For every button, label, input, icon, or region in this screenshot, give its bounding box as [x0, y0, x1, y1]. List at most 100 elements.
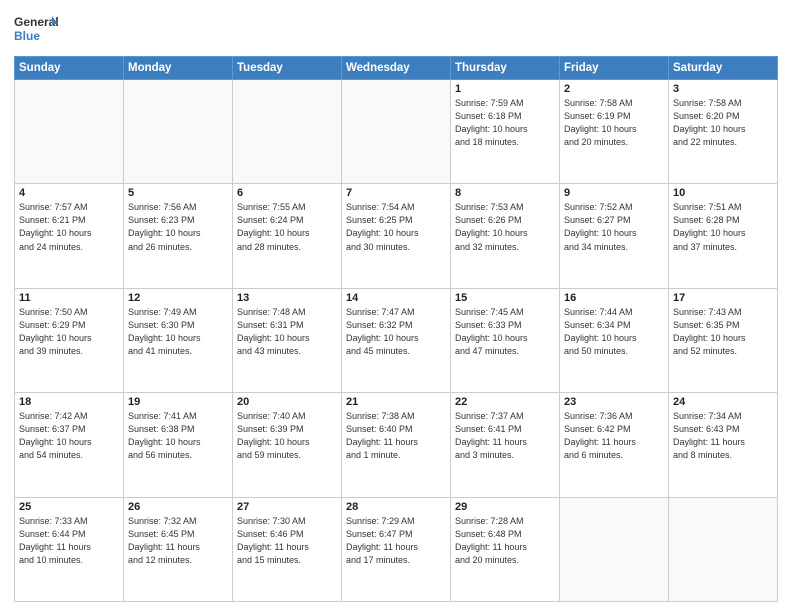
day-info: Sunrise: 7:37 AM Sunset: 6:41 PM Dayligh…	[455, 410, 555, 462]
day-cell: 29 Sunrise: 7:28 AM Sunset: 6:48 PM Dayli…	[451, 497, 560, 601]
day-cell: 19Sunrise: 7:41 AM Sunset: 6:38 PM Dayli…	[124, 393, 233, 497]
day-number: 1	[455, 83, 555, 95]
day-cell: 15 Sunrise: 7:45 AM Sunset: 6:33 PM Dayli…	[451, 288, 560, 392]
day-cell: 10 Sunrise: 7:51 AM Sunset: 6:28 PM Dayli…	[669, 184, 778, 288]
day-number: 16	[564, 292, 664, 304]
day-cell	[342, 80, 451, 184]
day-number: 25	[19, 501, 119, 513]
day-cell: 8 Sunrise: 7:53 AM Sunset: 6:26 PM Daylig…	[451, 184, 560, 288]
week-row-5: 25 Sunrise: 7:33 AM Sunset: 6:44 PM Dayli…	[15, 497, 778, 601]
day-cell	[669, 497, 778, 601]
day-info: Sunrise: 7:43 AM Sunset: 6:35 PM Dayligh…	[673, 306, 773, 358]
day-info: Sunrise: 7:40 AM Sunset: 6:39 PM Dayligh…	[237, 410, 337, 462]
day-cell: 6 Sunrise: 7:55 AM Sunset: 6:24 PM Daylig…	[233, 184, 342, 288]
day-cell: 26Sunrise: 7:32 AM Sunset: 6:45 PM Dayli…	[124, 497, 233, 601]
day-cell: 5Sunrise: 7:56 AM Sunset: 6:23 PM Daylig…	[124, 184, 233, 288]
weekday-sunday: Sunday	[15, 57, 124, 80]
day-cell: 25 Sunrise: 7:33 AM Sunset: 6:44 PM Dayli…	[15, 497, 124, 601]
day-number: 15	[455, 292, 555, 304]
day-number: 18	[19, 396, 119, 408]
weekday-wednesday: Wednesday	[342, 57, 451, 80]
day-info: Sunrise: 7:47 AM Sunset: 6:32 PM Dayligh…	[346, 306, 446, 358]
day-number: 3	[673, 83, 773, 95]
day-cell: 7 Sunrise: 7:54 AM Sunset: 6:25 PM Daylig…	[342, 184, 451, 288]
day-number: 7	[346, 187, 446, 199]
day-number: 23	[564, 396, 664, 408]
day-cell: 2 Sunrise: 7:58 AM Sunset: 6:19 PM Daylig…	[560, 80, 669, 184]
day-cell	[560, 497, 669, 601]
svg-text:Blue: Blue	[14, 29, 40, 43]
day-info: Sunrise: 7:48 AM Sunset: 6:31 PM Dayligh…	[237, 306, 337, 358]
day-cell: 21 Sunrise: 7:38 AM Sunset: 6:40 PM Dayli…	[342, 393, 451, 497]
day-number: 17	[673, 292, 773, 304]
day-cell: 3Sunrise: 7:58 AM Sunset: 6:20 PM Daylig…	[669, 80, 778, 184]
header: General Blue	[14, 12, 778, 48]
week-row-3: 11 Sunrise: 7:50 AM Sunset: 6:29 PM Dayli…	[15, 288, 778, 392]
weekday-saturday: Saturday	[669, 57, 778, 80]
day-info: Sunrise: 7:29 AM Sunset: 6:47 PM Dayligh…	[346, 515, 446, 567]
day-number: 12	[128, 292, 228, 304]
day-info: Sunrise: 7:44 AM Sunset: 6:34 PM Dayligh…	[564, 306, 664, 358]
day-number: 13	[237, 292, 337, 304]
day-cell	[233, 80, 342, 184]
day-info: Sunrise: 7:49 AM Sunset: 6:30 PM Dayligh…	[128, 306, 228, 358]
day-cell: 16 Sunrise: 7:44 AM Sunset: 6:34 PM Dayli…	[560, 288, 669, 392]
day-number: 14	[346, 292, 446, 304]
day-info: Sunrise: 7:33 AM Sunset: 6:44 PM Dayligh…	[19, 515, 119, 567]
day-cell: 22 Sunrise: 7:37 AM Sunset: 6:41 PM Dayli…	[451, 393, 560, 497]
page: General Blue SundayMondayTuesdayWednesda…	[0, 0, 792, 612]
day-number: 8	[455, 187, 555, 199]
weekday-friday: Friday	[560, 57, 669, 80]
day-info: Sunrise: 7:41 AM Sunset: 6:38 PM Dayligh…	[128, 410, 228, 462]
day-cell: 18 Sunrise: 7:42 AM Sunset: 6:37 PM Dayli…	[15, 393, 124, 497]
day-number: 22	[455, 396, 555, 408]
day-info: Sunrise: 7:54 AM Sunset: 6:25 PM Dayligh…	[346, 201, 446, 253]
week-row-1: 1 Sunrise: 7:59 AM Sunset: 6:18 PM Daylig…	[15, 80, 778, 184]
day-info: Sunrise: 7:32 AM Sunset: 6:45 PM Dayligh…	[128, 515, 228, 567]
day-number: 21	[346, 396, 446, 408]
day-number: 24	[673, 396, 773, 408]
day-info: Sunrise: 7:45 AM Sunset: 6:33 PM Dayligh…	[455, 306, 555, 358]
day-cell: 28 Sunrise: 7:29 AM Sunset: 6:47 PM Dayli…	[342, 497, 451, 601]
day-cell: 20 Sunrise: 7:40 AM Sunset: 6:39 PM Dayli…	[233, 393, 342, 497]
calendar-table: SundayMondayTuesdayWednesdayThursdayFrid…	[14, 56, 778, 602]
day-number: 29	[455, 501, 555, 513]
weekday-monday: Monday	[124, 57, 233, 80]
day-cell: 24 Sunrise: 7:34 AM Sunset: 6:43 PM Dayli…	[669, 393, 778, 497]
svg-text:General: General	[14, 15, 58, 29]
day-cell: 1 Sunrise: 7:59 AM Sunset: 6:18 PM Daylig…	[451, 80, 560, 184]
day-info: Sunrise: 7:51 AM Sunset: 6:28 PM Dayligh…	[673, 201, 773, 253]
logo-svg: General Blue	[14, 12, 58, 48]
day-cell: 13 Sunrise: 7:48 AM Sunset: 6:31 PM Dayli…	[233, 288, 342, 392]
day-cell: 9Sunrise: 7:52 AM Sunset: 6:27 PM Daylig…	[560, 184, 669, 288]
weekday-tuesday: Tuesday	[233, 57, 342, 80]
week-row-4: 18 Sunrise: 7:42 AM Sunset: 6:37 PM Dayli…	[15, 393, 778, 497]
day-number: 11	[19, 292, 119, 304]
day-number: 10	[673, 187, 773, 199]
day-info: Sunrise: 7:58 AM Sunset: 6:19 PM Dayligh…	[564, 97, 664, 149]
week-row-2: 4Sunrise: 7:57 AM Sunset: 6:21 PM Daylig…	[15, 184, 778, 288]
day-info: Sunrise: 7:50 AM Sunset: 6:29 PM Dayligh…	[19, 306, 119, 358]
day-cell: 27Sunrise: 7:30 AM Sunset: 6:46 PM Dayli…	[233, 497, 342, 601]
weekday-thursday: Thursday	[451, 57, 560, 80]
day-info: Sunrise: 7:53 AM Sunset: 6:26 PM Dayligh…	[455, 201, 555, 253]
day-info: Sunrise: 7:57 AM Sunset: 6:21 PM Dayligh…	[19, 201, 119, 253]
day-info: Sunrise: 7:42 AM Sunset: 6:37 PM Dayligh…	[19, 410, 119, 462]
day-number: 2	[564, 83, 664, 95]
day-info: Sunrise: 7:59 AM Sunset: 6:18 PM Dayligh…	[455, 97, 555, 149]
logo: General Blue	[14, 12, 58, 48]
day-cell: 14 Sunrise: 7:47 AM Sunset: 6:32 PM Dayli…	[342, 288, 451, 392]
day-number: 9	[564, 187, 664, 199]
day-info: Sunrise: 7:38 AM Sunset: 6:40 PM Dayligh…	[346, 410, 446, 462]
day-number: 28	[346, 501, 446, 513]
day-cell: 11 Sunrise: 7:50 AM Sunset: 6:29 PM Dayli…	[15, 288, 124, 392]
day-cell: 17 Sunrise: 7:43 AM Sunset: 6:35 PM Dayli…	[669, 288, 778, 392]
day-cell: 12 Sunrise: 7:49 AM Sunset: 6:30 PM Dayli…	[124, 288, 233, 392]
day-number: 6	[237, 187, 337, 199]
day-info: Sunrise: 7:55 AM Sunset: 6:24 PM Dayligh…	[237, 201, 337, 253]
day-number: 20	[237, 396, 337, 408]
day-info: Sunrise: 7:34 AM Sunset: 6:43 PM Dayligh…	[673, 410, 773, 462]
day-cell	[124, 80, 233, 184]
day-info: Sunrise: 7:28 AM Sunset: 6:48 PM Dayligh…	[455, 515, 555, 567]
day-info: Sunrise: 7:30 AM Sunset: 6:46 PM Dayligh…	[237, 515, 337, 567]
